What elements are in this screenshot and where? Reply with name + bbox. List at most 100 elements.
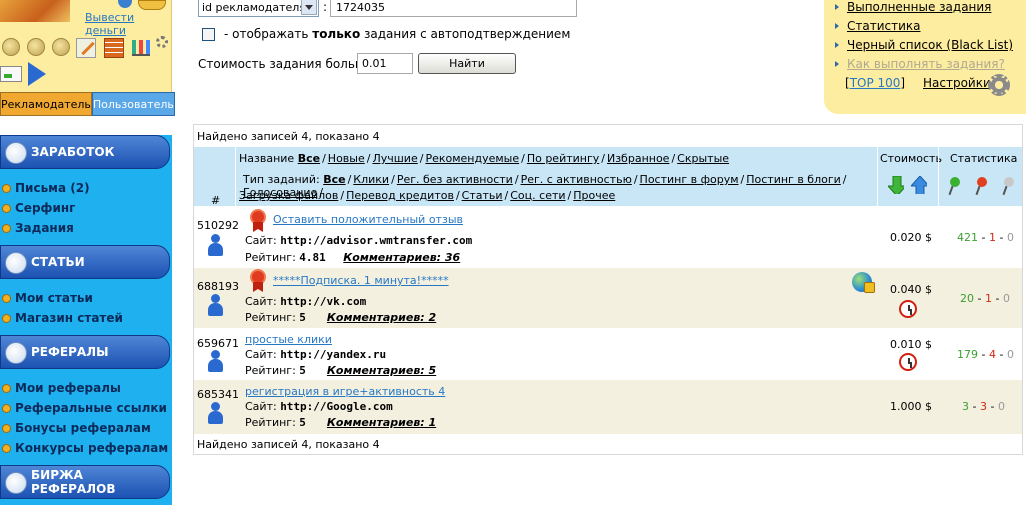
sidebar: ЗАРАБОТОК Письма (2) Серфинг Задания СТА… [0,135,172,505]
section-header-articles[interactable]: СТАТЬИ [0,245,170,279]
name-filter-all[interactable]: Все [298,152,320,165]
task-price: 1.000 $ [890,400,932,413]
results-table: Найдено записей 4, показано 4 # Название… [193,124,1023,455]
found-count-bottom: Найдено записей 4, показано 4 [197,438,380,451]
cost-filter-input[interactable] [357,53,413,74]
task-rating: Рейтинг: 5 Комментариев: 1 [245,416,437,429]
task-title-link[interactable]: простые клики [245,333,332,346]
top100-link[interactable]: TOP 100 [850,76,901,90]
referral-exchange-icon [5,472,27,494]
bullet-icon [2,183,11,193]
type-filter-files[interactable]: Загрузка файлов [239,189,338,202]
people-icon [5,342,27,364]
task-title-link[interactable]: Оставить положительный отзыв [273,213,463,226]
user-icon[interactable] [208,350,223,372]
task-rating: Рейтинг: 4.81 Комментариев: 36 [245,251,461,264]
task-price: 0.040 $ [890,283,932,296]
completed-tasks-link[interactable]: Выполненные задания [835,0,991,14]
user-icon[interactable] [208,402,223,424]
chart-icon[interactable] [132,40,150,56]
type-filter-reg-activity[interactable]: Рег. с активностью [521,173,632,186]
table-row: 510292 Оставить положительный отзыв Сайт… [194,206,1022,268]
type-filter-credits[interactable]: Перевод кредитов [346,189,454,202]
section-header-earnings[interactable]: ЗАРАБОТОК [0,135,170,169]
sidebar-item-my-referrals[interactable]: Мои рефералы [2,379,121,397]
gear-icon[interactable] [156,36,168,48]
pin-gray-icon[interactable] [1004,177,1014,187]
section-header-referral-exchange[interactable]: БИРЖА РЕФЕРАЛОВ [0,465,170,499]
comments-link[interactable]: Комментариев: 5 [327,364,436,377]
table-row: 688193 *****Подписка. 1 минута!***** Сай… [194,268,1022,328]
pin-green-icon[interactable] [950,177,960,187]
comments-link[interactable]: Комментариев: 1 [327,416,436,429]
comments-link[interactable]: Комментариев: 36 [343,251,460,264]
type-filter-other[interactable]: Прочее [573,189,615,202]
card-icon[interactable] [0,66,22,82]
type-filter-clicks[interactable]: Клики [353,173,389,186]
task-title-link[interactable]: *****Подписка. 1 минута!***** [273,274,449,287]
task-stats: 3 - 3 - 0 [962,400,1005,413]
sidebar-item-article-shop[interactable]: Магазин статей [2,309,123,327]
withdraw-icon [118,0,132,8]
section-header-referrals[interactable]: РЕФЕРАЛЫ [0,335,170,369]
play-icon[interactable] [28,62,46,86]
task-site: Сайт: http://advisor.wmtransfer.com [245,234,473,247]
gear-icon[interactable] [988,74,1010,96]
type-filter-reg-no-activity[interactable]: Рег. без активности [397,173,513,186]
chevron-down-icon[interactable] [301,0,317,15]
filter-type-select[interactable]: id рекламодателя [198,0,319,17]
sidebar-item-surfing[interactable]: Серфинг [2,199,75,217]
sidebar-item-letters[interactable]: Письма (2) [2,179,90,197]
comments-link[interactable]: Комментариев: 2 [327,311,436,324]
help-link[interactable]: Как выполнять задания? [835,57,1005,71]
sidebar-item-my-articles[interactable]: Мои статьи [2,289,93,307]
name-filter-rating[interactable]: По рейтингу [527,152,599,165]
arrow-right-icon [835,23,839,29]
settings-link[interactable]: Настройки [923,76,991,90]
name-filter-favorites[interactable]: Избранное [607,152,669,165]
row-id: 510292 [197,219,239,232]
name-filter-new[interactable]: Новые [328,152,365,165]
user-icon[interactable] [208,234,223,256]
alarm-clock-icon [899,300,917,318]
name-filter-recommended[interactable]: Рекомендуемые [425,152,519,165]
sidebar-item-tasks[interactable]: Задания [2,219,74,237]
sidebar-item-referral-links[interactable]: Реферальные ссылки [2,399,167,417]
type-filter-social[interactable]: Соц. сети [510,189,565,202]
auto-confirm-checkbox[interactable] [202,28,215,41]
type-filter-articles[interactable]: Статьи [462,189,503,202]
name-filter-best[interactable]: Лучшие [372,152,417,165]
task-rating: Рейтинг: 5 Комментариев: 5 [245,364,437,377]
task-site: Сайт: http://Google.com [245,400,393,413]
row-id: 685341 [197,388,239,401]
sort-asc-icon[interactable] [911,176,927,194]
type-filter-all[interactable]: Все [323,173,345,186]
task-site: Сайт: http://yandex.ru [245,348,387,361]
task-stats: 179 - 4 - 0 [957,348,1014,361]
type-filter-forum[interactable]: Постинг в форум [640,173,739,186]
filter-id-input[interactable] [330,0,577,17]
sidebar-item-referral-bonuses[interactable]: Бонусы рефералам [2,419,151,437]
section-title: БИРЖА РЕФЕРАЛОВ [31,468,116,496]
section-title: РЕФЕРАЛЫ [31,345,109,359]
bullet-icon [2,403,11,413]
sort-desc-icon[interactable] [888,176,904,194]
withdraw-link[interactable]: Вывести деньги [85,11,171,37]
tab-user[interactable]: Пользователь [91,92,175,116]
find-button[interactable]: Найти [418,53,516,74]
pencil-icon[interactable] [76,38,96,58]
sidebar-item-referral-contests[interactable]: Конкурсы рефералам [2,439,168,457]
type-filter-blogs[interactable]: Постинг в блоги [746,173,841,186]
user-icon[interactable] [208,294,223,316]
sidebar-item-label: Конкурсы рефералам [15,441,169,455]
statistics-link[interactable]: Статистика [835,19,921,33]
bricks-icon[interactable] [104,38,124,58]
name-filter-hidden[interactable]: Скрытые [677,152,729,165]
sidebar-item-label: Реферальные ссылки [15,401,167,415]
pin-red-icon[interactable] [977,177,987,187]
avatar[interactable] [0,0,70,22]
tab-advertiser[interactable]: Рекламодатель [0,92,92,116]
task-title-link[interactable]: регистрация в игре+активность 4 [245,385,445,398]
section-title: СТАТЬИ [31,255,85,269]
blacklist-link[interactable]: Черный список (Black List) [835,38,1013,52]
